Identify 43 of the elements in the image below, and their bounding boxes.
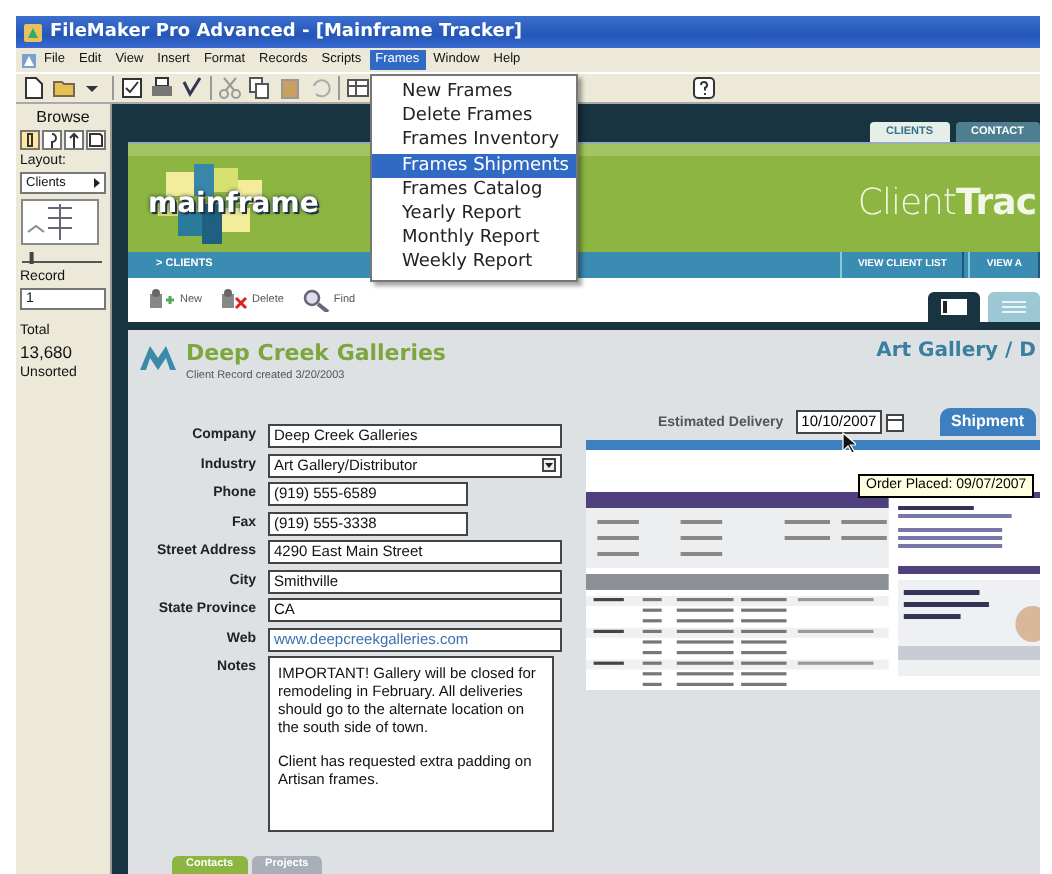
menu-item[interactable]: Monthly Report: [372, 226, 576, 251]
add-person-icon: [148, 287, 176, 312]
form-icon: [940, 297, 968, 316]
preview-mode-icon[interactable]: [86, 130, 106, 150]
menu-item[interactable]: Frames Catalog: [372, 177, 576, 203]
record-slider[interactable]: [20, 250, 104, 266]
menu-item[interactable]: Frames Shipments: [372, 153, 576, 178]
table-icon[interactable]: [346, 76, 370, 100]
app-icon: [22, 53, 36, 67]
list-icon: [1000, 297, 1028, 316]
mode-label: Browse: [34, 108, 92, 126]
menu-item[interactable]: Yearly Report: [372, 202, 576, 227]
app-name: ClientTrac: [857, 182, 1038, 225]
remove-person-icon: [220, 287, 249, 312]
caret-icon: [90, 176, 104, 190]
magnifier-icon: [301, 287, 330, 312]
form-view-tab[interactable]: [928, 291, 980, 322]
menu-item[interactable]: Frames Inventory: [372, 128, 576, 154]
browse-mode-icon[interactable]: [20, 130, 40, 150]
window-title: FileMaker Pro Advanced - [Mainframe Tracker]: [50, 22, 522, 42]
printer-icon[interactable]: [150, 76, 174, 100]
calendar-icon[interactable]: [886, 413, 905, 431]
client-category: Art Gallery / D: [876, 340, 1038, 362]
client-name: Deep Creek Galleries: [186, 340, 446, 366]
spellcheck-icon[interactable]: [180, 76, 204, 100]
help-icon[interactable]: [692, 76, 716, 100]
menu-item[interactable]: Weekly Report: [372, 250, 576, 276]
slider-thumb[interactable]: [29, 252, 34, 264]
open-folder-icon[interactable]: [52, 76, 76, 100]
dropdown-arrow-icon: [542, 458, 556, 472]
menu-item[interactable]: Delete Frames: [372, 104, 576, 129]
menu-item[interactable]: New Frames: [372, 80, 576, 105]
new-document-icon[interactable]: [22, 76, 46, 100]
layout-mode-icon[interactable]: [64, 130, 84, 150]
find-mode-icon[interactable]: [42, 130, 62, 150]
total-count: 13,680: [20, 342, 74, 362]
book-icon[interactable]: [20, 198, 100, 246]
checkbox-icon[interactable]: [120, 76, 144, 100]
cursor-icon: [842, 432, 856, 454]
app-icon: [24, 23, 42, 41]
shipment-tab[interactable]: Shipment: [939, 408, 1036, 436]
copy-icon[interactable]: [248, 76, 272, 100]
logo-text: mainframe: [148, 187, 319, 220]
